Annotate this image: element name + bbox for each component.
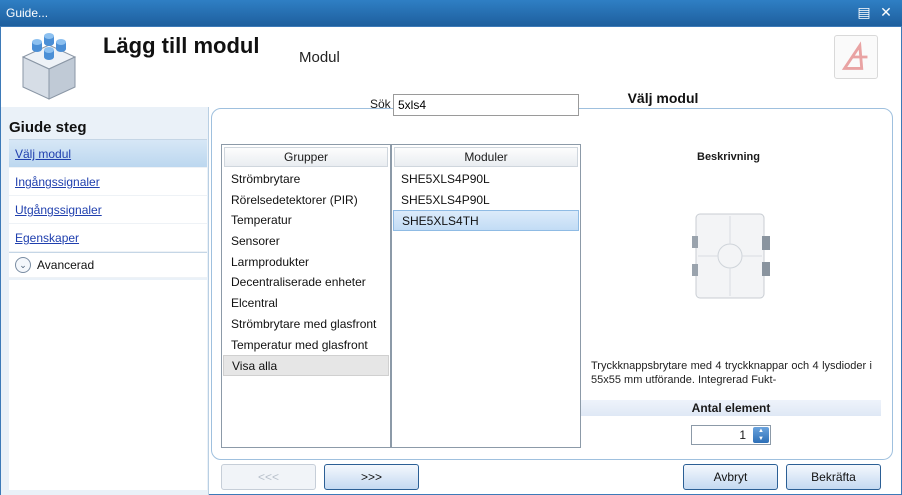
step-select-module[interactable]: Välj modul: [9, 140, 207, 168]
next-button[interactable]: >>>: [324, 464, 419, 490]
close-icon[interactable]: ✕: [878, 3, 894, 21]
page-subtitle: Modul: [299, 49, 340, 66]
step-output-signals[interactable]: Utgångssignaler: [9, 196, 207, 224]
modules-column-header[interactable]: Moduler: [394, 147, 578, 167]
step-properties[interactable]: Egenskaper: [9, 224, 207, 252]
window-title: Guide...: [6, 6, 49, 20]
group-list-item[interactable]: Larmprodukter: [223, 252, 389, 273]
element-count-value[interactable]: 1: [739, 428, 746, 442]
description-text: Tryckknappsbrytare med 4 tryckknappar oc…: [591, 360, 872, 386]
search-label: Sök: [370, 97, 391, 111]
element-count-stepper[interactable]: 1 ▲ ▼: [691, 425, 771, 445]
chevron-down-icon: ⌄: [15, 257, 31, 273]
groups-list[interactable]: Grupper Strömbrytare Rörelsedetektorer (P…: [221, 144, 391, 448]
wizard-steps-sidebar: Giude steg Välj modul Ingångssignaler Ut…: [1, 107, 209, 495]
advanced-label: Avancerad: [37, 258, 95, 272]
group-list-item[interactable]: Elcentral: [223, 293, 389, 314]
description-title: Beskrivning: [697, 151, 760, 163]
confirm-button[interactable]: Bekräfta: [786, 464, 881, 490]
increment-icon[interactable]: ▲: [753, 427, 769, 435]
module-cube-icon: [21, 33, 77, 100]
steps-list: Välj modul Ingångssignaler Utgångssignal…: [9, 139, 207, 278]
group-list-item[interactable]: Visa alla: [223, 355, 389, 376]
module-list-item[interactable]: SHE5XLS4P90L: [393, 190, 579, 211]
window-title-bar: Guide... ▤ ✕: [0, 0, 902, 26]
product-image: [692, 213, 770, 299]
groups-column-header[interactable]: Grupper: [224, 147, 388, 167]
steps-heading: Giude steg: [9, 119, 87, 136]
modules-list[interactable]: Moduler SHE5XLS4P90L SHE5XLS4P90L SHE5XLS4…: [391, 144, 581, 448]
module-list-item[interactable]: SHE5XLS4P90L: [393, 169, 579, 190]
group-list-item[interactable]: Sensorer: [223, 231, 389, 252]
previous-button[interactable]: <<<: [221, 464, 316, 490]
group-list-item[interactable]: Temperatur med glasfront: [223, 335, 389, 356]
advanced-toggle[interactable]: ⌄ Avancerad: [9, 252, 207, 278]
search-input[interactable]: [393, 94, 579, 116]
group-list-item[interactable]: Rörelsedetektorer (PIR): [223, 190, 389, 211]
group-list-item[interactable]: Strömbrytare: [223, 169, 389, 190]
restore-icon[interactable]: ▤: [856, 3, 872, 21]
element-count-label: Antal element: [581, 400, 881, 416]
page-title: Lägg till modul: [103, 33, 260, 58]
step-input-signals[interactable]: Ingångssignaler: [9, 168, 207, 196]
brand-logo-icon: [834, 35, 878, 79]
sidebar-empty-area: [9, 280, 207, 490]
group-list-item[interactable]: Strömbrytare med glasfront: [223, 314, 389, 335]
group-list-item[interactable]: Decentraliserade enheter: [223, 272, 389, 293]
group-list-item[interactable]: Temperatur: [223, 210, 389, 231]
module-list-item[interactable]: SHE5XLS4TH: [393, 210, 579, 232]
decrement-icon[interactable]: ▼: [753, 435, 769, 443]
cancel-button[interactable]: Avbryt: [683, 464, 778, 490]
